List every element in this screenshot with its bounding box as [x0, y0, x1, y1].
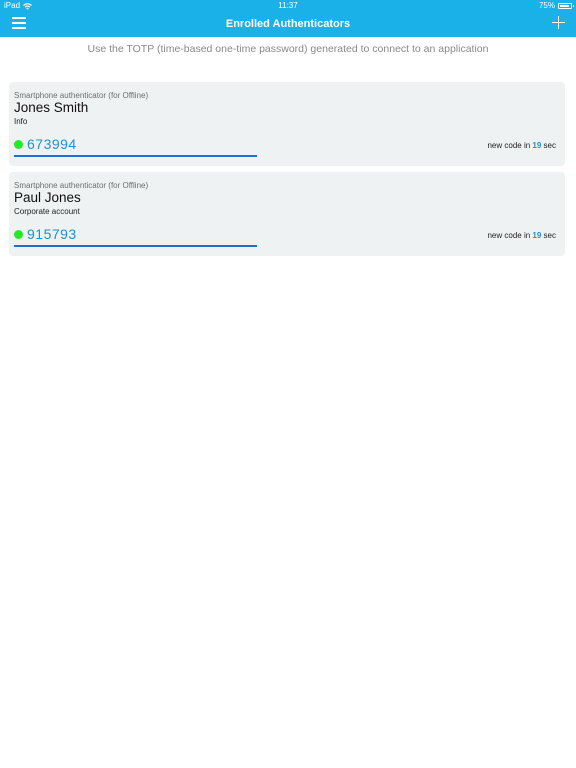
instruction-text: Use the TOTP (time-based one-time passwo…	[87, 43, 489, 55]
status-time: 11:37	[278, 1, 298, 10]
active-status-icon	[14, 140, 23, 149]
authenticator-card[interactable]: Smartphone authenticator (for Offline) J…	[9, 82, 565, 166]
otp-code[interactable]: 915793	[27, 226, 77, 242]
app-screen: iPad 11:37 75% Enrolled Authenticators U…	[0, 0, 576, 768]
otp-row: 673994	[14, 136, 257, 157]
authenticator-name: Paul Jones	[14, 190, 81, 205]
countdown-seconds: 19	[532, 231, 542, 240]
header-bar: iPad 11:37 75% Enrolled Authenticators	[0, 0, 576, 37]
otp-code[interactable]: 673994	[27, 136, 77, 152]
countdown-prefix: new code in	[487, 141, 531, 150]
status-battery: 75%	[538, 0, 574, 12]
otp-row: 915793	[14, 226, 257, 247]
active-status-icon	[14, 230, 23, 239]
battery-percent: 75%	[538, 1, 555, 10]
countdown-prefix: new code in	[487, 231, 531, 240]
otp-underline	[14, 245, 257, 247]
navigation-bar: Enrolled Authenticators	[0, 12, 576, 37]
status-bar: iPad 11:37 75%	[0, 0, 576, 12]
countdown-suffix: sec	[543, 231, 556, 240]
authenticator-type: Smartphone authenticator (for Offline)	[14, 181, 149, 190]
countdown-suffix: sec	[543, 141, 556, 150]
authenticator-card[interactable]: Smartphone authenticator (for Offline) P…	[9, 172, 565, 256]
authenticator-subtitle: Info	[14, 117, 28, 126]
authenticator-type: Smartphone authenticator (for Offline)	[14, 91, 149, 100]
countdown-text: new code in 19 sec	[487, 141, 556, 150]
otp-underline	[14, 155, 257, 157]
countdown-text: new code in 19 sec	[487, 231, 556, 240]
plus-icon[interactable]	[552, 16, 565, 29]
battery-icon	[558, 3, 574, 9]
page-title: Enrolled Authenticators	[225, 18, 351, 30]
authenticator-name: Jones Smith	[14, 100, 89, 115]
authenticator-subtitle: Corporate account	[14, 207, 80, 216]
countdown-seconds: 19	[532, 141, 542, 150]
